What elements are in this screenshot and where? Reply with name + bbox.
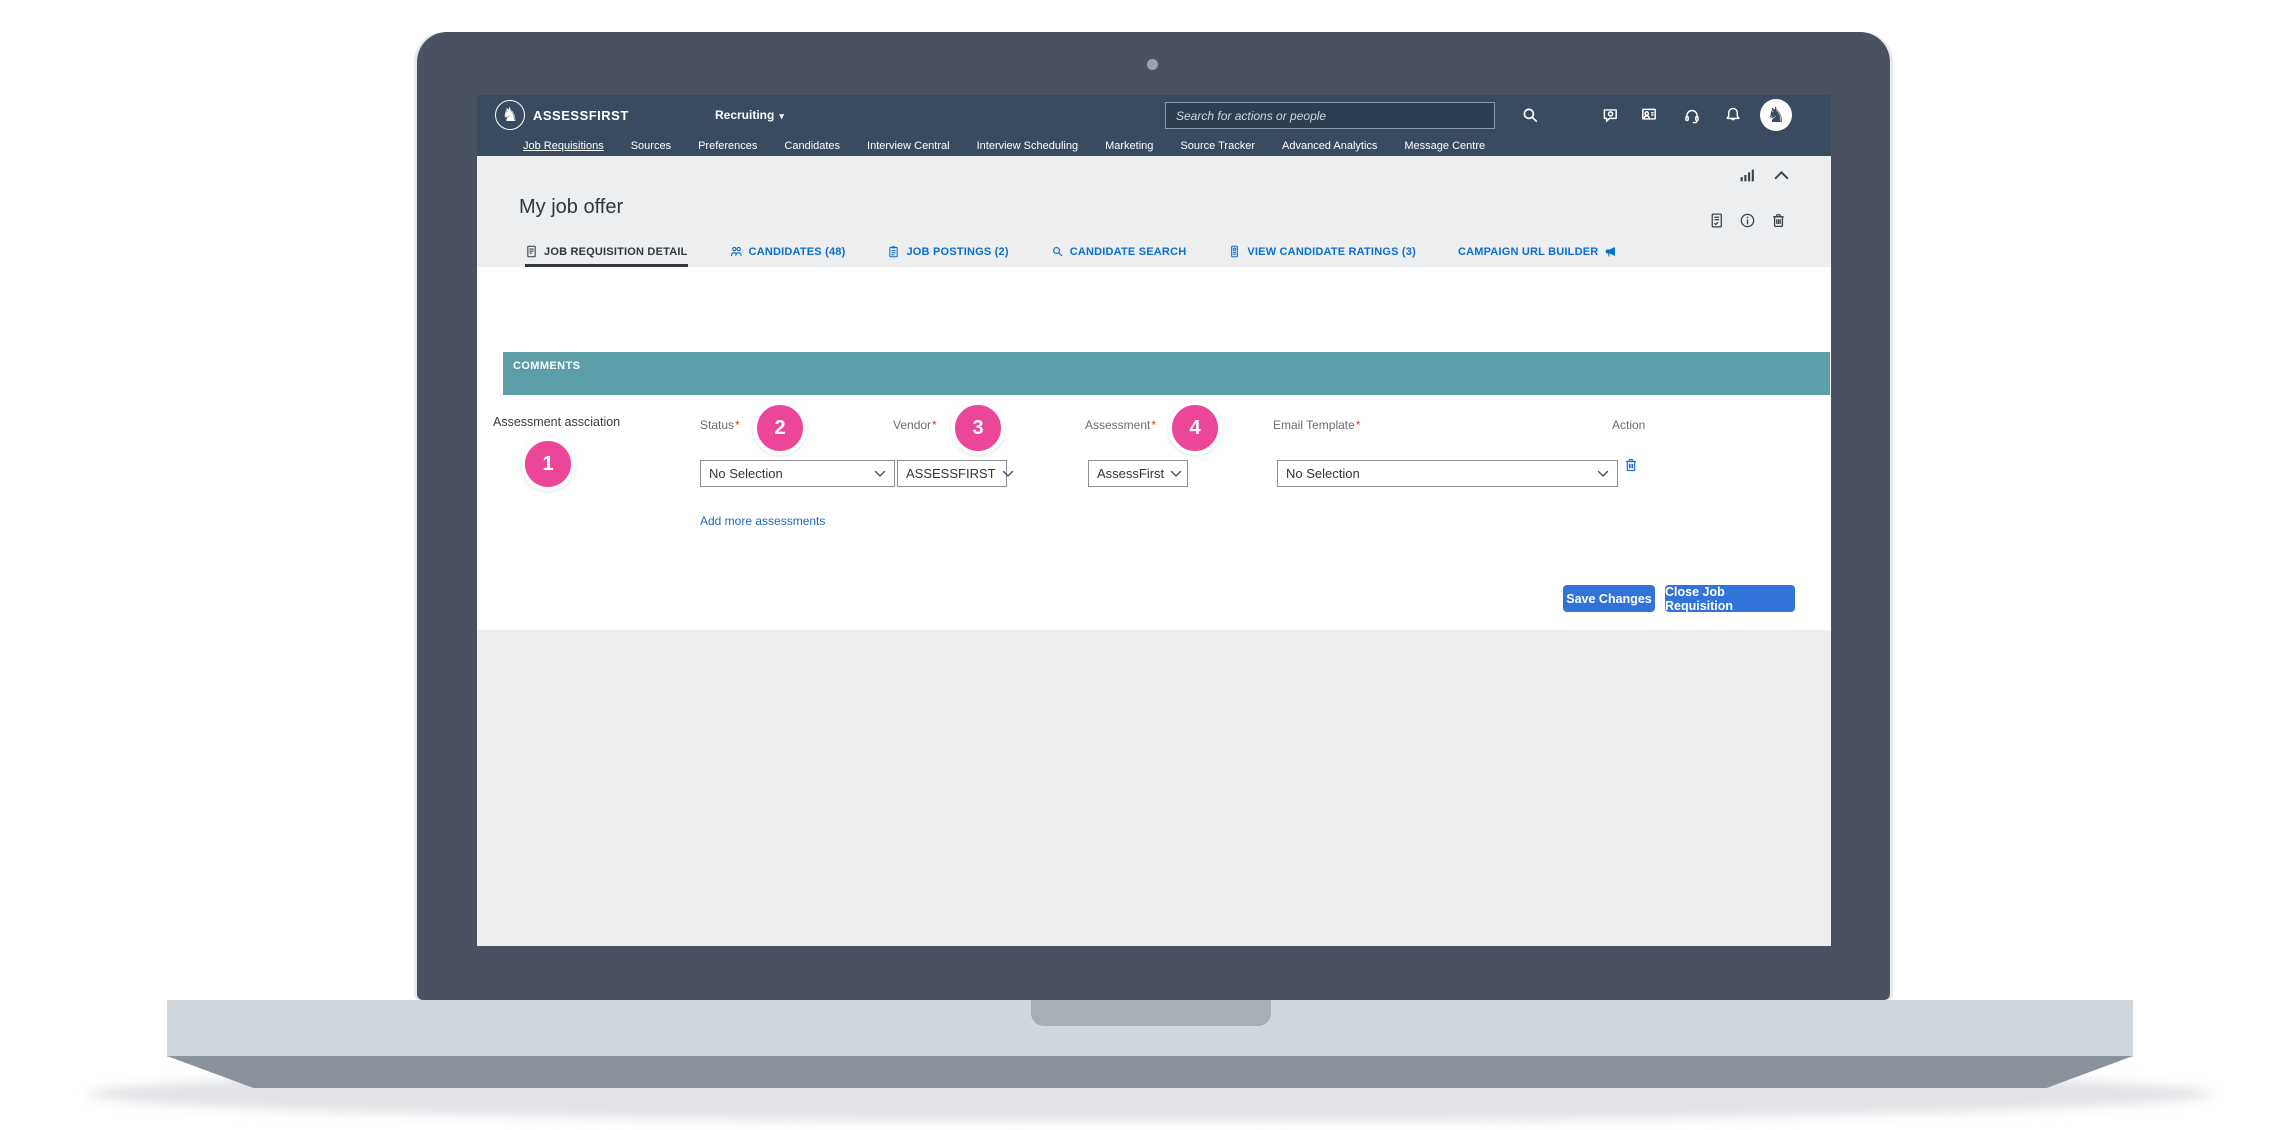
people-icon xyxy=(730,245,743,258)
nav-item-source-tracker[interactable]: Source Tracker xyxy=(1180,140,1255,152)
chat-icon[interactable] xyxy=(1601,106,1619,124)
user-avatar[interactable]: ♞ xyxy=(1760,99,1792,131)
status-column-label: Status* xyxy=(700,418,740,432)
clipboard-icon xyxy=(887,245,900,258)
chevron-down-icon xyxy=(874,470,886,478)
module-picker[interactable]: Recruiting▾ xyxy=(715,108,784,122)
chevron-down-icon xyxy=(1597,470,1609,478)
chevron-down-icon xyxy=(1002,470,1014,478)
app-window: ♞ ASSESSFIRST Recruiting▾ ♞ xyxy=(477,95,1831,946)
document-icon xyxy=(525,245,538,258)
search-icon xyxy=(1051,245,1064,258)
nav-item-advanced-analytics[interactable]: Advanced Analytics xyxy=(1282,140,1377,152)
bar-chart-icon[interactable] xyxy=(1739,167,1756,184)
nav-item-marketing[interactable]: Marketing xyxy=(1105,140,1153,152)
chevron-down-icon xyxy=(1170,470,1182,478)
top-bar: ♞ ASSESSFIRST Recruiting▾ ♞ xyxy=(477,95,1831,156)
vendor-column-label: Vendor* xyxy=(893,418,937,432)
tab-job-requisition-detail[interactable]: JOB REQUISITION DETAIL xyxy=(525,245,688,267)
annotation-step-4: 4 xyxy=(1168,401,1222,455)
tab-bar: JOB REQUISITION DETAIL CANDIDATES (48) J… xyxy=(525,245,1617,267)
email-template-select[interactable]: No Selection xyxy=(1277,460,1618,487)
logo-horse-glyph: ♞ xyxy=(501,106,518,125)
delete-row-trash-icon[interactable] xyxy=(1623,457,1639,473)
assessfirst-logo-icon[interactable]: ♞ xyxy=(495,100,525,130)
page-title: My job offer xyxy=(519,196,623,219)
nav-item-interview-central[interactable]: Interview Central xyxy=(867,140,950,152)
add-more-assessments-link[interactable]: Add more assessments xyxy=(700,514,825,528)
status-select[interactable]: No Selection xyxy=(700,460,895,487)
tab-candidates[interactable]: CANDIDATES (48) xyxy=(730,245,846,267)
main-nav: Job Requisitions Sources Preferences Can… xyxy=(477,135,1831,156)
save-changes-button[interactable]: Save Changes xyxy=(1563,585,1655,612)
trash-icon[interactable] xyxy=(1770,212,1787,229)
laptop-base-notch xyxy=(1031,1000,1271,1026)
tab-campaign-url-builder[interactable]: CAMPAIGN URL BUILDER xyxy=(1458,245,1617,267)
nav-item-sources[interactable]: Sources xyxy=(631,140,671,152)
note-check-icon[interactable] xyxy=(1708,212,1725,229)
required-asterisk: * xyxy=(1356,418,1361,432)
annotation-step-2: 2 xyxy=(753,401,807,455)
content-area: COMMENTS Assessment assciation Status* V… xyxy=(477,267,1831,630)
nav-item-interview-scheduling[interactable]: Interview Scheduling xyxy=(977,140,1079,152)
search-icon[interactable] xyxy=(1521,106,1539,124)
bell-icon[interactable] xyxy=(1724,106,1742,124)
brand-name: ASSESSFIRST xyxy=(533,108,629,123)
webcam-dot xyxy=(1147,59,1158,70)
nav-item-job-requisitions[interactable]: Job Requisitions xyxy=(523,140,604,152)
tab-candidate-search[interactable]: CANDIDATE SEARCH xyxy=(1051,245,1187,267)
required-asterisk: * xyxy=(735,418,740,432)
annotation-step-1: 1 xyxy=(521,437,575,491)
comments-section-header: COMMENTS xyxy=(503,352,1830,395)
presentation-people-icon[interactable] xyxy=(1640,106,1658,124)
required-asterisk: * xyxy=(1151,418,1156,432)
avatar-horse-glyph: ♞ xyxy=(1767,105,1786,126)
action-column-label: Action xyxy=(1612,418,1645,432)
badge-icon xyxy=(1228,245,1241,258)
email-template-column-label: Email Template* xyxy=(1273,418,1361,432)
page-header: My job offer JOB REQUISITION DETAIL CAND… xyxy=(477,156,1831,267)
info-icon[interactable] xyxy=(1739,212,1756,229)
content-footer-area xyxy=(477,630,1831,946)
tab-view-candidate-ratings[interactable]: VIEW CANDIDATE RATINGS (3) xyxy=(1228,245,1416,267)
nav-item-message-centre[interactable]: Message Centre xyxy=(1404,140,1485,152)
required-asterisk: * xyxy=(932,418,937,432)
nav-item-preferences[interactable]: Preferences xyxy=(698,140,757,152)
caret-down-icon: ▾ xyxy=(779,111,784,121)
laptop-base-edge xyxy=(167,1056,2133,1088)
nav-item-candidates[interactable]: Candidates xyxy=(784,140,840,152)
megaphone-icon xyxy=(1604,245,1617,258)
vendor-select[interactable]: ASSESSFIRST xyxy=(897,460,1007,487)
assessment-column-label: Assessment* xyxy=(1085,418,1156,432)
headset-icon[interactable] xyxy=(1683,106,1701,124)
annotation-step-3: 3 xyxy=(951,401,1005,455)
close-job-requisition-button[interactable]: Close Job Requisition xyxy=(1665,585,1795,612)
assessment-association-label: Assessment assciation xyxy=(493,415,620,429)
global-search xyxy=(1165,102,1495,129)
search-input[interactable] xyxy=(1166,103,1494,128)
tab-job-postings[interactable]: JOB POSTINGS (2) xyxy=(887,245,1008,267)
chevron-up-icon[interactable] xyxy=(1773,167,1790,184)
assessment-select[interactable]: AssessFirst xyxy=(1088,460,1188,487)
top-bar-main: ♞ ASSESSFIRST Recruiting▾ ♞ xyxy=(477,95,1831,135)
